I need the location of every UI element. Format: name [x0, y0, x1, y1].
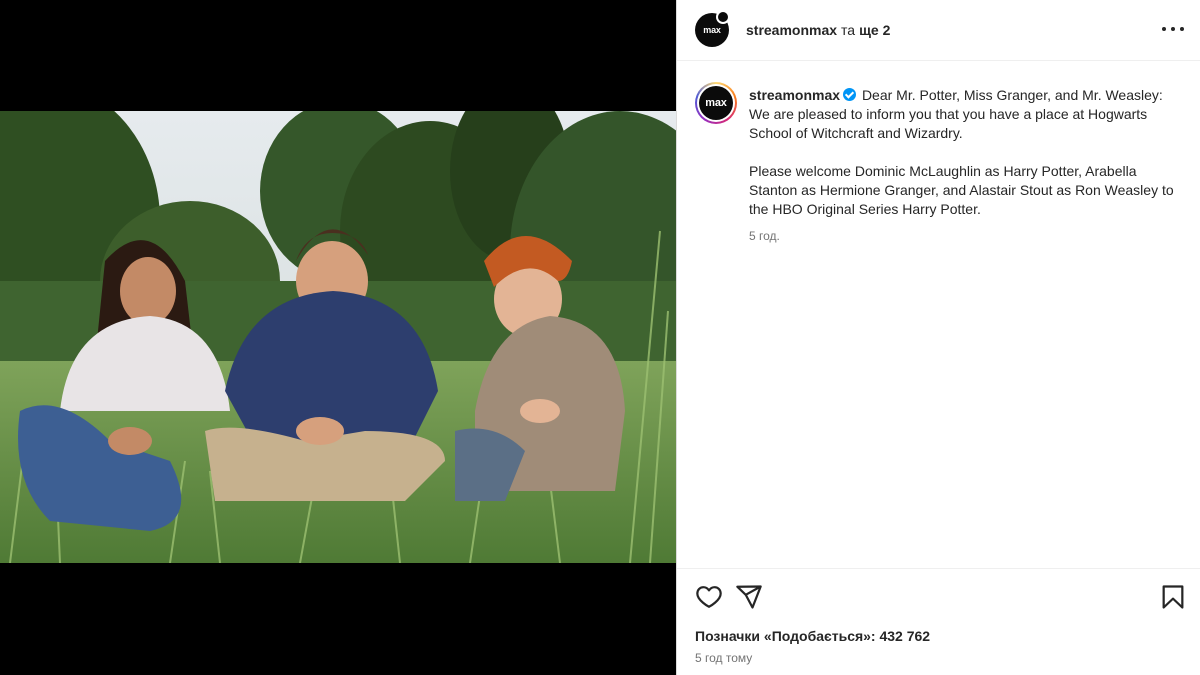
post-timestamp: 5 год тому [695, 651, 753, 665]
caption-username[interactable]: streamonmax [749, 87, 840, 103]
dot [1180, 27, 1184, 31]
likes-count[interactable]: Позначки «Подобається»: 432 762 [695, 628, 930, 644]
post-photo[interactable] [0, 111, 676, 563]
post-caption: max streamonmax Dear Mr. Potter, Miss Gr… [695, 82, 1185, 243]
avatar-image: max [699, 86, 733, 120]
max-logo: max [703, 25, 721, 35]
avatar-ring-inner: max [697, 84, 735, 122]
caption-paragraph-2: Please welcome Dominic McLaughlin as Har… [749, 163, 1174, 217]
post-details-panel: max streamonmax та ще 2 max streamonmax … [676, 0, 1200, 675]
max-logo: max [705, 97, 727, 109]
more-options-icon[interactable] [1162, 20, 1184, 38]
header-collaborators-link[interactable]: ще 2 [859, 22, 890, 38]
post-footer: Позначки «Подобається»: 432 762 5 год то… [677, 568, 1200, 675]
caption-body: streamonmax Dear Mr. Potter, Miss Grange… [749, 86, 1179, 243]
caption-timestamp: 5 год. [749, 229, 780, 243]
photo-illustration [0, 111, 676, 563]
media-panel [0, 0, 676, 675]
send-icon[interactable] [735, 583, 763, 611]
verified-badge-icon [843, 88, 857, 101]
collaborator-avatar [716, 10, 730, 24]
caption-text: streamonmax Dear Mr. Potter, Miss Grange… [749, 86, 1179, 143]
header-username[interactable]: streamonmax [746, 22, 837, 38]
instagram-post-view: max streamonmax та ще 2 max streamonmax … [0, 0, 1200, 675]
author-avatar[interactable]: max [695, 10, 730, 47]
caption-avatar[interactable]: max [695, 82, 737, 124]
action-bar [695, 583, 1185, 611]
dot [1162, 27, 1166, 31]
dot [1171, 27, 1175, 31]
header-and-text: та [841, 22, 856, 38]
post-header: max streamonmax та ще 2 [677, 0, 1200, 61]
bookmark-icon[interactable] [1159, 583, 1187, 611]
heart-icon[interactable] [695, 583, 723, 611]
